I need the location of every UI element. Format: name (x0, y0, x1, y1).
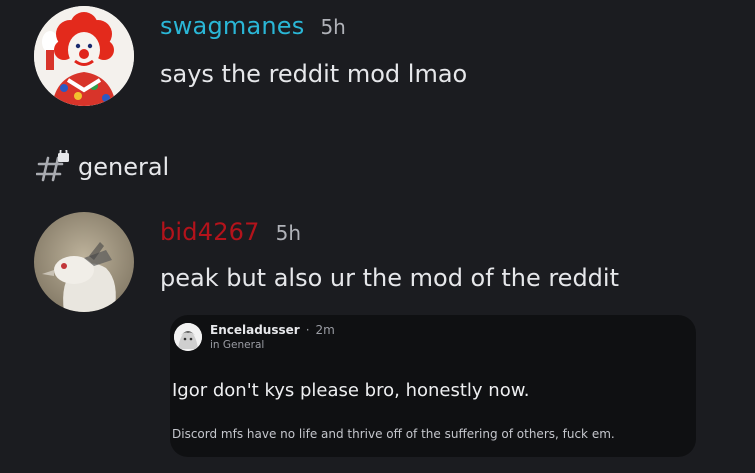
embed-header: Enceladusser · 2m in General (174, 323, 335, 351)
username[interactable]: swagmanes (160, 12, 304, 40)
timestamp: 5h (275, 221, 302, 245)
avatar-swagmanes[interactable] (34, 6, 134, 106)
embed-timestamp: 2m (315, 323, 335, 337)
embed-body: Discord mfs have no life and thrive off … (172, 427, 615, 441)
embedded-message[interactable]: Enceladusser · 2m in General Igor don't … (170, 315, 696, 457)
message-header: bid4267 5h (160, 218, 301, 246)
channel-label[interactable]: general (36, 150, 169, 184)
channel-name: general (78, 153, 170, 181)
separator-dot: · (305, 323, 310, 337)
username[interactable]: bid4267 (160, 218, 260, 246)
avatar-enceladusser[interactable] (174, 323, 202, 351)
chat-view: swagmanes 5h says the reddit mod lmao ge… (0, 0, 755, 473)
timestamp: 5h (320, 15, 346, 39)
embed-channel[interactable]: in General (210, 339, 335, 351)
message-text: peak but also ur the mod of the reddit (160, 264, 619, 292)
avatar-bid4267[interactable] (34, 212, 134, 312)
bird-avatar-icon (34, 212, 134, 312)
anime-avatar-icon (174, 323, 202, 351)
locked-hash-icon (36, 150, 69, 182)
embed-username[interactable]: Enceladusser (210, 323, 300, 337)
message-header: swagmanes 5h (160, 12, 346, 40)
message-text: says the reddit mod lmao (160, 60, 468, 88)
clown-avatar-icon (34, 6, 134, 106)
embed-meta: Enceladusser · 2m in General (210, 323, 335, 351)
embed-title: Igor don't kys please bro, honestly now. (172, 380, 530, 401)
